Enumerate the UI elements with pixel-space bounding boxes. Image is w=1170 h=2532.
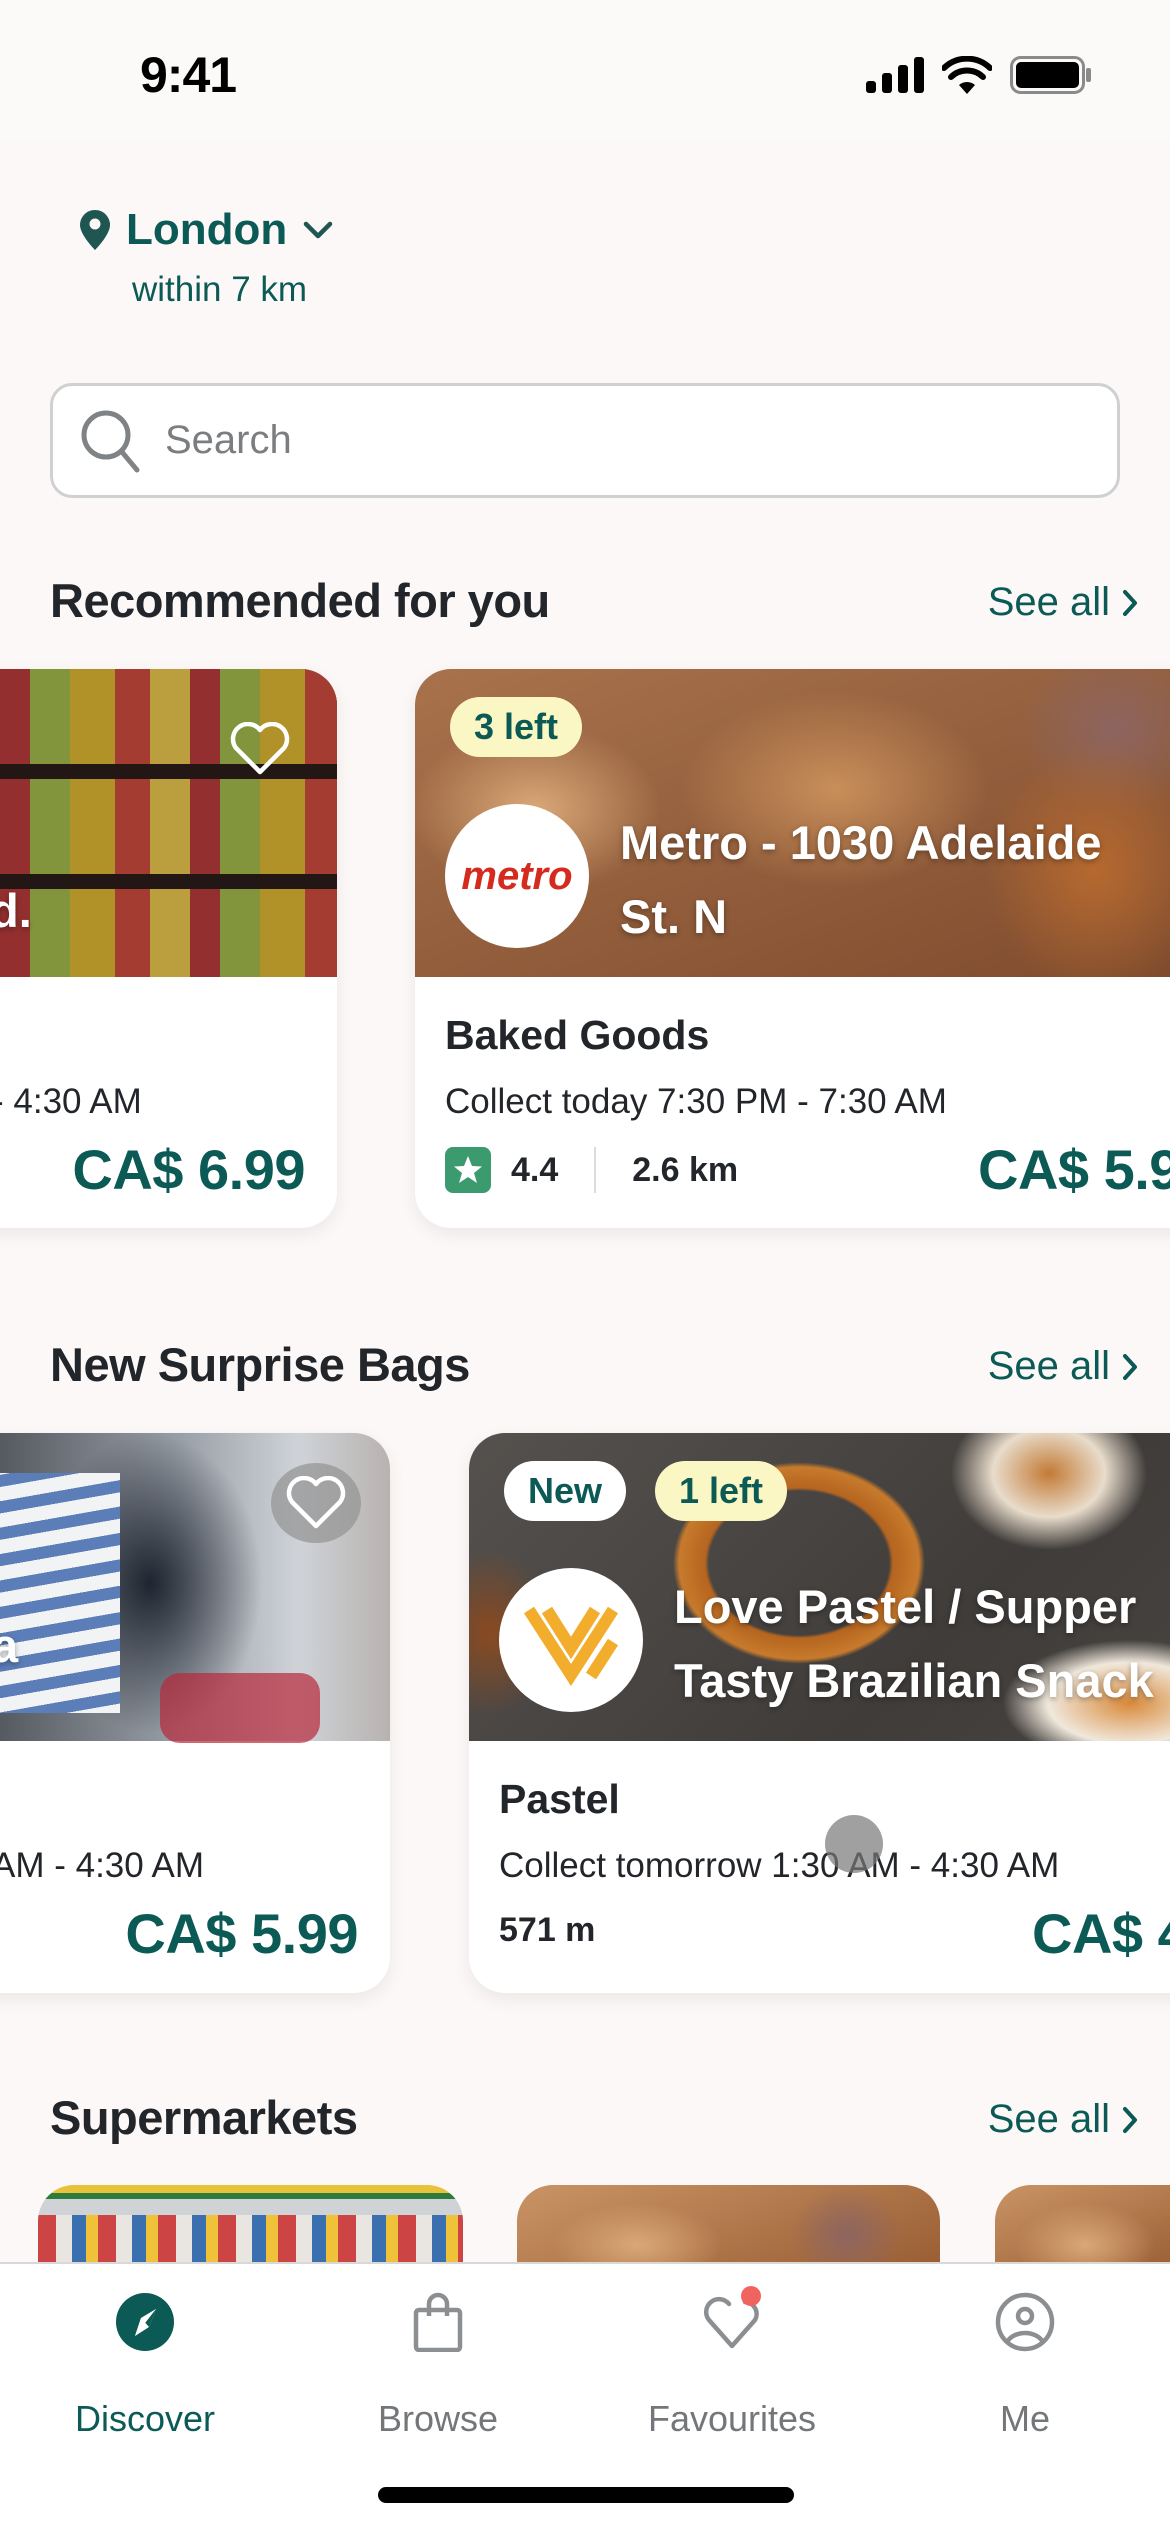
section-title-supermarkets: Supermarkets (50, 2091, 358, 2144)
card-image-bread: 3 left metro Metro - 1030 Adelaide St. N (415, 669, 1170, 977)
new-bag-card-2[interactable]: New 1 left Love Pastel / Supper Tasty Br… (469, 1433, 1170, 1993)
favourites-icon-wrap (701, 2286, 763, 2352)
location-radius[interactable]: within 7 km (132, 270, 307, 310)
card-body: Baked Goods Collect today 7:30 PM - 7:30… (415, 977, 1170, 1228)
card-image-family: a (0, 1433, 390, 1743)
search-icon (81, 410, 140, 472)
notification-dot (741, 2286, 761, 2306)
items-left-badge: 3 left (450, 697, 583, 757)
new-badge: New (504, 1461, 627, 1521)
tab-favourites[interactable]: Favourites (612, 2286, 852, 2440)
collect-time: Collect tomorrow 1:30 AM - 4:30 AM (499, 1846, 1060, 1885)
recommended-card-1[interactable]: d. - 4:30 AM CA$ 6.99 (0, 669, 337, 1228)
status-icons (866, 56, 1092, 94)
tab-label: Me (999, 2398, 1050, 2439)
heart-outline-icon (286, 1476, 346, 1529)
see-all-label: See all (987, 580, 1110, 624)
section-title-recommended: Recommended for you (50, 574, 550, 627)
home-indicator (378, 2487, 794, 2503)
location-city: London (126, 205, 288, 254)
card-image-fruit-shelves: d. (0, 669, 337, 977)
card-meta: 571 m (499, 1911, 595, 1950)
store-name-partial: d. (0, 884, 32, 937)
collect-time: AM - 4:30 AM (0, 1846, 205, 1885)
store-name-partial: a (0, 1619, 19, 1672)
compass-icon (116, 2293, 174, 2351)
search-input[interactable] (165, 418, 1065, 463)
tab-discover[interactable]: Discover (25, 2292, 265, 2440)
chevron-down-icon (304, 221, 333, 239)
tab-label: Discover (74, 2398, 216, 2439)
chevron-right-icon (1123, 589, 1137, 616)
store-name-line2: Tasty Brazilian Snack (674, 1654, 1154, 1707)
status-bar: 9:41 (0, 0, 1170, 140)
bag-type: Pastel (499, 1776, 620, 1822)
location-pin-icon (80, 210, 110, 250)
cellular-signal-icon (866, 57, 924, 93)
chevron-logo-icon (523, 1606, 619, 1687)
see-all-new-bags[interactable]: See all (988, 1344, 1138, 1389)
distance: 2.6 km (632, 1150, 739, 1189)
card-image-pretzel: New 1 left Love Pastel / Supper Tasty Br… (469, 1433, 1170, 1741)
meta-divider (594, 1147, 597, 1193)
price: CA$ 5.9 (978, 1138, 1170, 1201)
supermarket-card-2[interactable] (517, 2185, 940, 2265)
price: CA$ 4 (1032, 1902, 1170, 1965)
recommended-card-2[interactable]: 3 left metro Metro - 1030 Adelaide St. N… (415, 669, 1170, 1228)
heart-outline-icon (230, 722, 290, 775)
rating-star-icon (445, 1147, 491, 1193)
store-name-line2: St. N (620, 890, 728, 943)
store-name-line1: Love Pastel / Supper (674, 1580, 1137, 1633)
card-body: Pastel Collect tomorrow 1:30 AM - 4:30 A… (469, 1741, 1170, 1993)
search-bar[interactable] (50, 383, 1120, 498)
tab-me[interactable]: Me (905, 2292, 1145, 2440)
see-all-supermarkets[interactable]: See all (988, 2097, 1138, 2142)
store-logo-love-pastel (499, 1568, 643, 1712)
collect-time: - 4:30 AM (0, 1082, 142, 1121)
chevron-right-icon (1123, 2106, 1137, 2133)
see-all-label: See all (987, 2097, 1110, 2141)
card-meta: 4.4 2.6 km (445, 1147, 738, 1193)
card-body: - 4:30 AM CA$ 6.99 (0, 977, 337, 1228)
supermarket-card-1[interactable] (38, 2185, 463, 2265)
shopping-bag-icon (413, 2292, 463, 2352)
rating: 4.4 (511, 1150, 559, 1189)
new-bag-card-1[interactable]: a AM - 4:30 AM CA$ 5.99 (0, 1433, 390, 1993)
items-left-badge: 1 left (655, 1461, 788, 1521)
distance: 571 m (499, 1911, 596, 1949)
price: CA$ 6.99 (72, 1138, 305, 1201)
touch-indicator (825, 1815, 883, 1873)
favourite-button[interactable] (225, 714, 295, 784)
bag-type: Baked Goods (445, 1012, 710, 1058)
see-all-recommended[interactable]: See all (988, 580, 1138, 625)
tab-label: Browse (377, 2398, 499, 2439)
status-time: 9:41 (140, 47, 237, 103)
favourite-button[interactable] (271, 1463, 361, 1543)
store-name-line1: Metro - 1030 Adelaide (620, 816, 1102, 869)
store-logo-metro: metro (445, 804, 589, 948)
store-logo-text: metro (461, 853, 573, 898)
wifi-icon (942, 56, 992, 94)
section-title-new-bags: New Surprise Bags (50, 1338, 470, 1391)
card-body: AM - 4:30 AM CA$ 5.99 (0, 1741, 390, 1993)
profile-icon (995, 2292, 1055, 2352)
battery-icon (1010, 56, 1091, 94)
supermarket-card-3[interactable] (995, 2185, 1170, 2265)
tab-label: Favourites (647, 2398, 817, 2439)
see-all-label: See all (987, 1344, 1110, 1388)
chevron-right-icon (1123, 1353, 1137, 1380)
location-selector[interactable]: London (80, 205, 333, 255)
collect-time: Collect today 7:30 PM - 7:30 AM (445, 1082, 947, 1121)
tab-browse[interactable]: Browse (318, 2292, 558, 2440)
price: CA$ 5.99 (125, 1902, 358, 1965)
